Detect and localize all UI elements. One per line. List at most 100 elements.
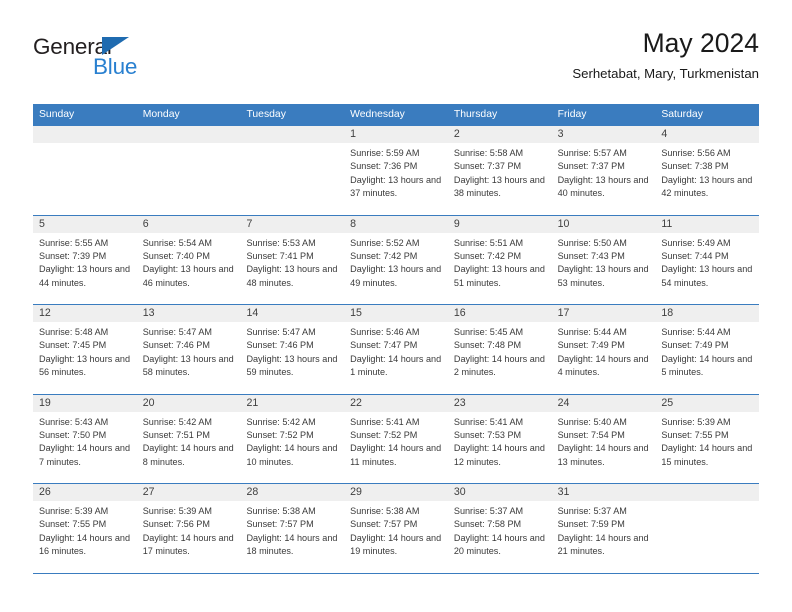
sun-times-info: Sunrise: 5:51 AM Sunset: 7:42 PM Dayligh… <box>453 237 545 288</box>
page-header: General Blue May 2024 Serhetabat, Mary, … <box>33 28 759 98</box>
day-number: 4 <box>655 126 760 143</box>
sun-times-info: Sunrise: 5:49 AM Sunset: 7:44 PM Dayligh… <box>661 237 753 288</box>
sun-times-info: Sunrise: 5:37 AM Sunset: 7:58 PM Dayligh… <box>453 506 545 557</box>
day-cell[interactable]: 6 Sunrise: 5:54 AM Sunset: 7:40 PM Daylig… <box>136 215 241 304</box>
day-number: 30 <box>447 484 552 501</box>
weekday-header-monday: Monday <box>142 109 180 120</box>
logo-text-blue: Blue <box>93 54 138 79</box>
weekday-header-wednesday: Wednesday <box>350 109 405 120</box>
day-number: 16 <box>447 305 552 322</box>
day-cell[interactable]: 2 Sunrise: 5:58 AM Sunset: 7:37 PM Daylig… <box>447 126 552 215</box>
day-cell[interactable]: 5 Sunrise: 5:55 AM Sunset: 7:39 PM Daylig… <box>33 215 137 304</box>
day-cell-empty <box>655 484 760 573</box>
day-cell[interactable]: 23 Sunrise: 5:41 AM Sunset: 7:53 PM Dayli… <box>447 394 552 483</box>
day-cell[interactable]: 29 Sunrise: 5:38 AM Sunset: 7:57 PM Dayli… <box>344 484 448 573</box>
day-cell[interactable]: 21 Sunrise: 5:42 AM Sunset: 7:52 PM Dayli… <box>240 394 345 483</box>
calendar-page: General Blue May 2024 Serhetabat, Mary, … <box>0 0 792 612</box>
sun-times-info: Sunrise: 5:43 AM Sunset: 7:50 PM Dayligh… <box>39 416 130 467</box>
day-number: 29 <box>344 484 448 501</box>
day-number: 24 <box>551 394 656 412</box>
day-cell[interactable]: 7 Sunrise: 5:53 AM Sunset: 7:41 PM Daylig… <box>240 215 345 304</box>
day-cell-empty <box>240 126 345 215</box>
day-cell[interactable]: 18 Sunrise: 5:44 AM Sunset: 7:49 PM Dayli… <box>655 305 760 394</box>
weekday-header-saturday: Saturday <box>661 109 703 120</box>
day-cell[interactable]: 25 Sunrise: 5:39 AM Sunset: 7:55 PM Dayli… <box>655 394 760 483</box>
sun-times-info: Sunrise: 5:52 AM Sunset: 7:42 PM Dayligh… <box>350 237 442 288</box>
day-number: 10 <box>551 215 656 233</box>
day-cell[interactable]: 15 Sunrise: 5:46 AM Sunset: 7:47 PM Dayli… <box>344 305 448 394</box>
day-cell[interactable]: 19 Sunrise: 5:43 AM Sunset: 7:50 PM Dayli… <box>33 394 137 483</box>
day-cell[interactable]: 3 Sunrise: 5:57 AM Sunset: 7:37 PM Daylig… <box>551 126 656 215</box>
day-number: 15 <box>344 305 448 322</box>
day-number: 5 <box>33 215 137 233</box>
sun-times-info: Sunrise: 5:41 AM Sunset: 7:53 PM Dayligh… <box>453 416 545 467</box>
page-subtitle: Serhetabat, Mary, Turkmenistan <box>572 66 759 82</box>
day-cell[interactable]: 26 Sunrise: 5:39 AM Sunset: 7:55 PM Dayli… <box>33 484 137 573</box>
sun-times-info: Sunrise: 5:42 AM Sunset: 7:52 PM Dayligh… <box>246 416 338 467</box>
day-cell[interactable]: 24 Sunrise: 5:40 AM Sunset: 7:54 PM Dayli… <box>551 394 656 483</box>
day-number: 12 <box>33 305 137 322</box>
day-cell[interactable]: 30 Sunrise: 5:37 AM Sunset: 7:58 PM Dayli… <box>447 484 552 573</box>
sun-times-info: Sunrise: 5:55 AM Sunset: 7:39 PM Dayligh… <box>39 237 130 288</box>
day-cell[interactable]: 4 Sunrise: 5:56 AM Sunset: 7:38 PM Daylig… <box>655 126 760 215</box>
day-cell[interactable]: 9 Sunrise: 5:51 AM Sunset: 7:42 PM Daylig… <box>447 215 552 304</box>
day-number: 11 <box>655 215 760 233</box>
day-number: 28 <box>240 484 345 501</box>
day-cell[interactable]: 27 Sunrise: 5:39 AM Sunset: 7:56 PM Dayli… <box>136 484 241 573</box>
day-number: 1 <box>344 126 448 143</box>
weekday-header-sunday: Sunday <box>39 109 75 120</box>
day-cell[interactable]: 28 Sunrise: 5:38 AM Sunset: 7:57 PM Dayli… <box>240 484 345 573</box>
day-cell[interactable]: 1 Sunrise: 5:59 AM Sunset: 7:36 PM Daylig… <box>344 126 448 215</box>
sun-times-info: Sunrise: 5:39 AM Sunset: 7:55 PM Dayligh… <box>661 416 753 467</box>
sun-times-info: Sunrise: 5:48 AM Sunset: 7:45 PM Dayligh… <box>39 327 130 378</box>
day-cell[interactable]: 20 Sunrise: 5:42 AM Sunset: 7:51 PM Dayli… <box>136 394 241 483</box>
calendar-week-row: 5 Sunrise: 5:55 AM Sunset: 7:39 PM Daylig… <box>33 215 760 305</box>
sun-times-info: Sunrise: 5:47 AM Sunset: 7:46 PM Dayligh… <box>246 327 338 378</box>
day-cell[interactable]: 8 Sunrise: 5:52 AM Sunset: 7:42 PM Daylig… <box>344 215 448 304</box>
day-number <box>655 484 760 501</box>
sun-times-info: Sunrise: 5:44 AM Sunset: 7:49 PM Dayligh… <box>557 327 649 378</box>
day-number: 18 <box>655 305 760 322</box>
day-number: 7 <box>240 215 345 233</box>
sun-times-info: Sunrise: 5:44 AM Sunset: 7:49 PM Dayligh… <box>661 327 753 378</box>
sun-times-info: Sunrise: 5:54 AM Sunset: 7:40 PM Dayligh… <box>142 237 234 288</box>
day-number: 17 <box>551 305 656 322</box>
calendar-week-row: 26 Sunrise: 5:39 AM Sunset: 7:55 PM Dayli… <box>33 484 760 574</box>
day-number: 3 <box>551 126 656 143</box>
day-cell[interactable]: 16 Sunrise: 5:45 AM Sunset: 7:48 PM Dayli… <box>447 305 552 394</box>
sun-times-info: Sunrise: 5:40 AM Sunset: 7:54 PM Dayligh… <box>557 416 649 467</box>
day-number: 13 <box>136 305 241 322</box>
day-cell[interactable]: 31 Sunrise: 5:37 AM Sunset: 7:59 PM Dayli… <box>551 484 656 573</box>
day-number: 2 <box>447 126 552 143</box>
title-block: May 2024 Serhetabat, Mary, Turkmenistan <box>572 28 759 82</box>
day-cell[interactable]: 11 Sunrise: 5:49 AM Sunset: 7:44 PM Dayli… <box>655 215 760 304</box>
day-cell[interactable]: 17 Sunrise: 5:44 AM Sunset: 7:49 PM Dayli… <box>551 305 656 394</box>
calendar-grid: Sunday Monday Tuesday Wednesday Thursday Frid… <box>33 104 760 574</box>
page-title: May 2024 <box>642 28 759 58</box>
day-number: 27 <box>136 484 241 501</box>
day-number: 21 <box>240 394 345 412</box>
day-number <box>136 126 241 143</box>
day-cell[interactable]: 10 Sunrise: 5:50 AM Sunset: 7:43 PM Dayli… <box>551 215 656 304</box>
day-number: 25 <box>655 394 760 412</box>
day-cell[interactable]: 14 Sunrise: 5:47 AM Sunset: 7:46 PM Dayli… <box>240 305 345 394</box>
calendar-body: 1 Sunrise: 5:59 AM Sunset: 7:36 PM Daylig… <box>33 126 760 574</box>
day-number: 9 <box>447 215 552 233</box>
day-cell-empty <box>136 126 241 215</box>
sun-times-info: Sunrise: 5:42 AM Sunset: 7:51 PM Dayligh… <box>142 416 234 467</box>
sun-times-info: Sunrise: 5:45 AM Sunset: 7:48 PM Dayligh… <box>453 327 545 378</box>
sun-times-info: Sunrise: 5:58 AM Sunset: 7:37 PM Dayligh… <box>453 148 545 199</box>
sun-times-info: Sunrise: 5:39 AM Sunset: 7:55 PM Dayligh… <box>39 506 130 557</box>
sun-times-info: Sunrise: 5:57 AM Sunset: 7:37 PM Dayligh… <box>557 148 649 199</box>
sun-times-info: Sunrise: 5:37 AM Sunset: 7:59 PM Dayligh… <box>557 506 649 557</box>
sun-times-info: Sunrise: 5:38 AM Sunset: 7:57 PM Dayligh… <box>246 506 338 557</box>
sun-times-info: Sunrise: 5:56 AM Sunset: 7:38 PM Dayligh… <box>661 148 753 199</box>
day-cell[interactable]: 13 Sunrise: 5:47 AM Sunset: 7:46 PM Dayli… <box>136 305 241 394</box>
general-blue-logo[interactable]: General Blue <box>33 35 213 92</box>
weekday-header-tuesday: Tuesday <box>246 109 286 120</box>
day-cell[interactable]: 22 Sunrise: 5:41 AM Sunset: 7:52 PM Dayli… <box>344 394 448 483</box>
sun-times-info: Sunrise: 5:46 AM Sunset: 7:47 PM Dayligh… <box>350 327 442 378</box>
day-cell[interactable]: 12 Sunrise: 5:48 AM Sunset: 7:45 PM Dayli… <box>33 305 137 394</box>
day-number: 8 <box>344 215 448 233</box>
sun-times-info: Sunrise: 5:50 AM Sunset: 7:43 PM Dayligh… <box>557 237 649 288</box>
